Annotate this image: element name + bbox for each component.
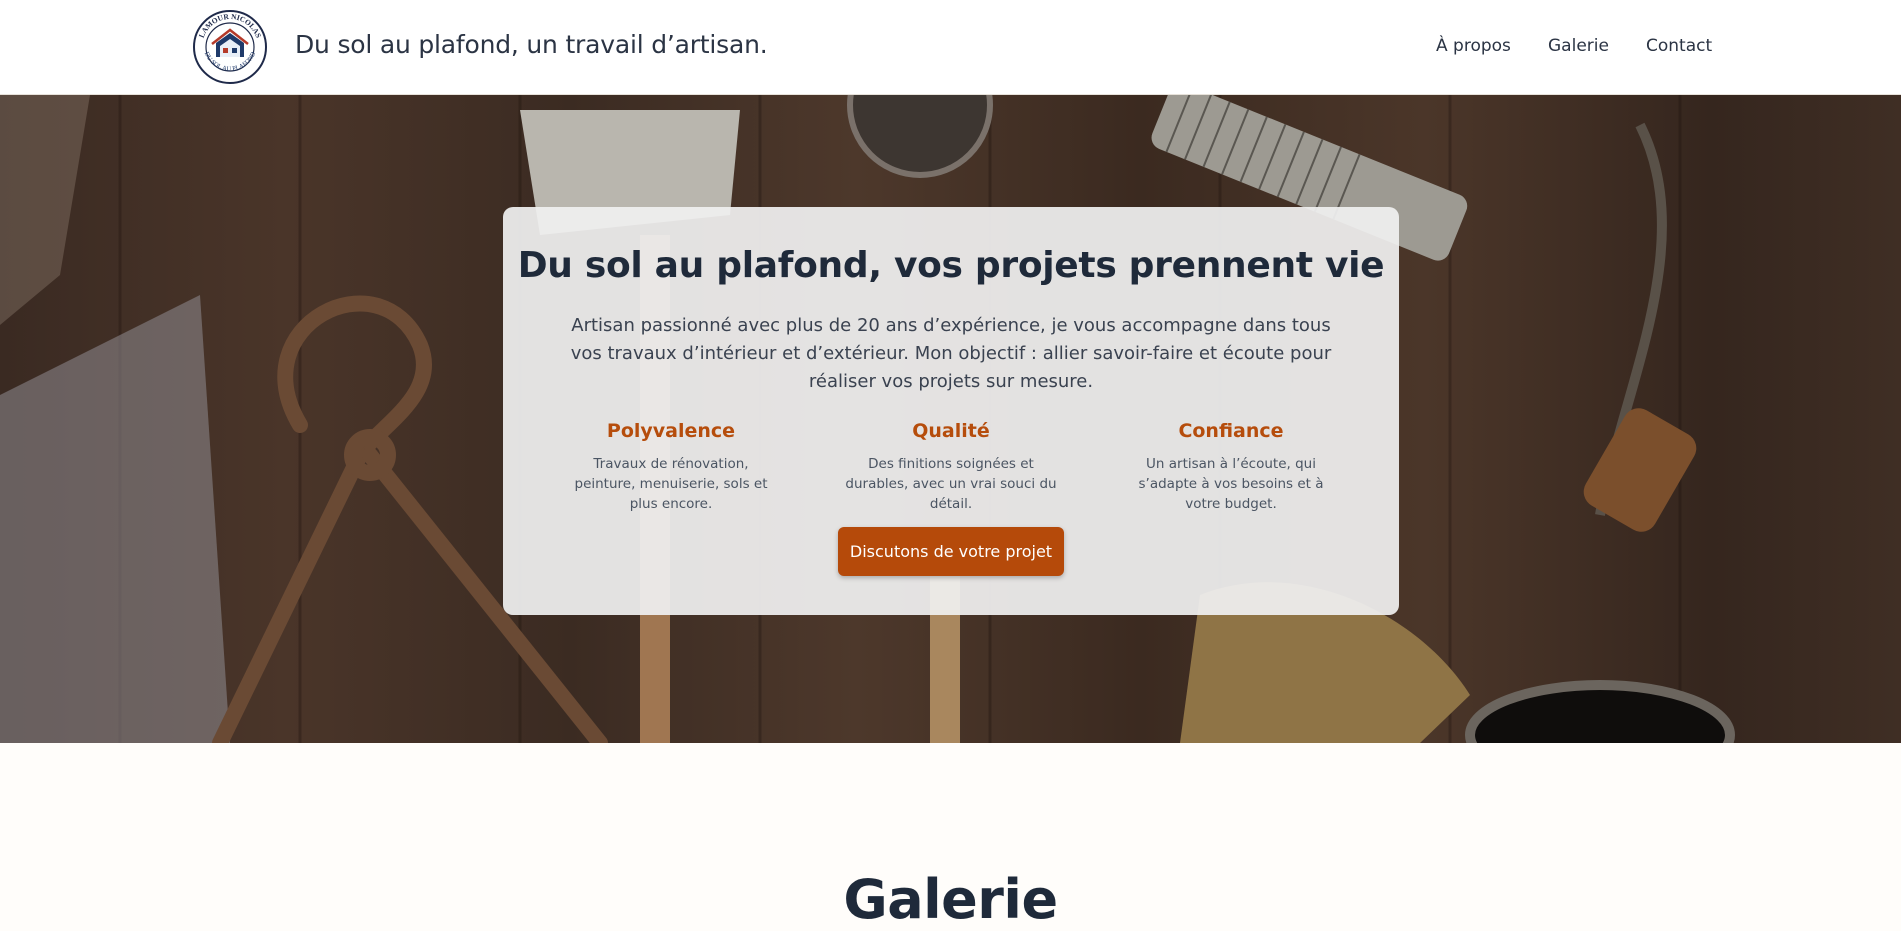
house-logo-icon[interactable]: LAMOUR NICOLAS DU SOL AU PLAFOND — [192, 9, 268, 85]
feature-text: Travaux de rénovation, peinture, menuise… — [574, 456, 768, 512]
nav-link-about[interactable]: À propos — [1436, 36, 1511, 56]
nav-link-gallery[interactable]: Galerie — [1548, 36, 1609, 56]
feature-text: Un artisan à l’écoute, qui s’adapte à vo… — [1138, 456, 1324, 512]
contact-cta-button[interactable]: Discutons de votre projet — [838, 527, 1064, 576]
feature-qualite: Qualité Des finitions soignées et durabl… — [841, 420, 1061, 514]
feature-text: Des finitions soignées et durables, avec… — [845, 456, 1057, 512]
feature-title: Polyvalence — [606, 420, 736, 442]
feature-title: Qualité — [912, 420, 990, 442]
site-tagline: Du sol au plafond, un travail d’artisan. — [295, 30, 768, 59]
feature-title: Confiance — [1178, 420, 1284, 442]
hero-card: Du sol au plafond, vos projets prennent … — [503, 207, 1399, 615]
feature-confiance: Confiance Un artisan à l’écoute, qui s’a… — [1121, 420, 1341, 514]
gallery-section-title: Galerie — [843, 868, 1058, 931]
hero-title: Du sol au plafond, vos projets prennent … — [517, 245, 1385, 286]
site-header: LAMOUR NICOLAS DU SOL AU PLAFOND Du sol … — [0, 0, 1901, 95]
hero-intro: Artisan passionné avec plus de 20 ans d’… — [570, 315, 1332, 392]
feature-polyvalence: Polyvalence Travaux de rénovation, peint… — [561, 420, 781, 514]
hero-section: Du sol au plafond, vos projets prennent … — [0, 95, 1901, 743]
nav-link-contact[interactable]: Contact — [1646, 36, 1712, 56]
